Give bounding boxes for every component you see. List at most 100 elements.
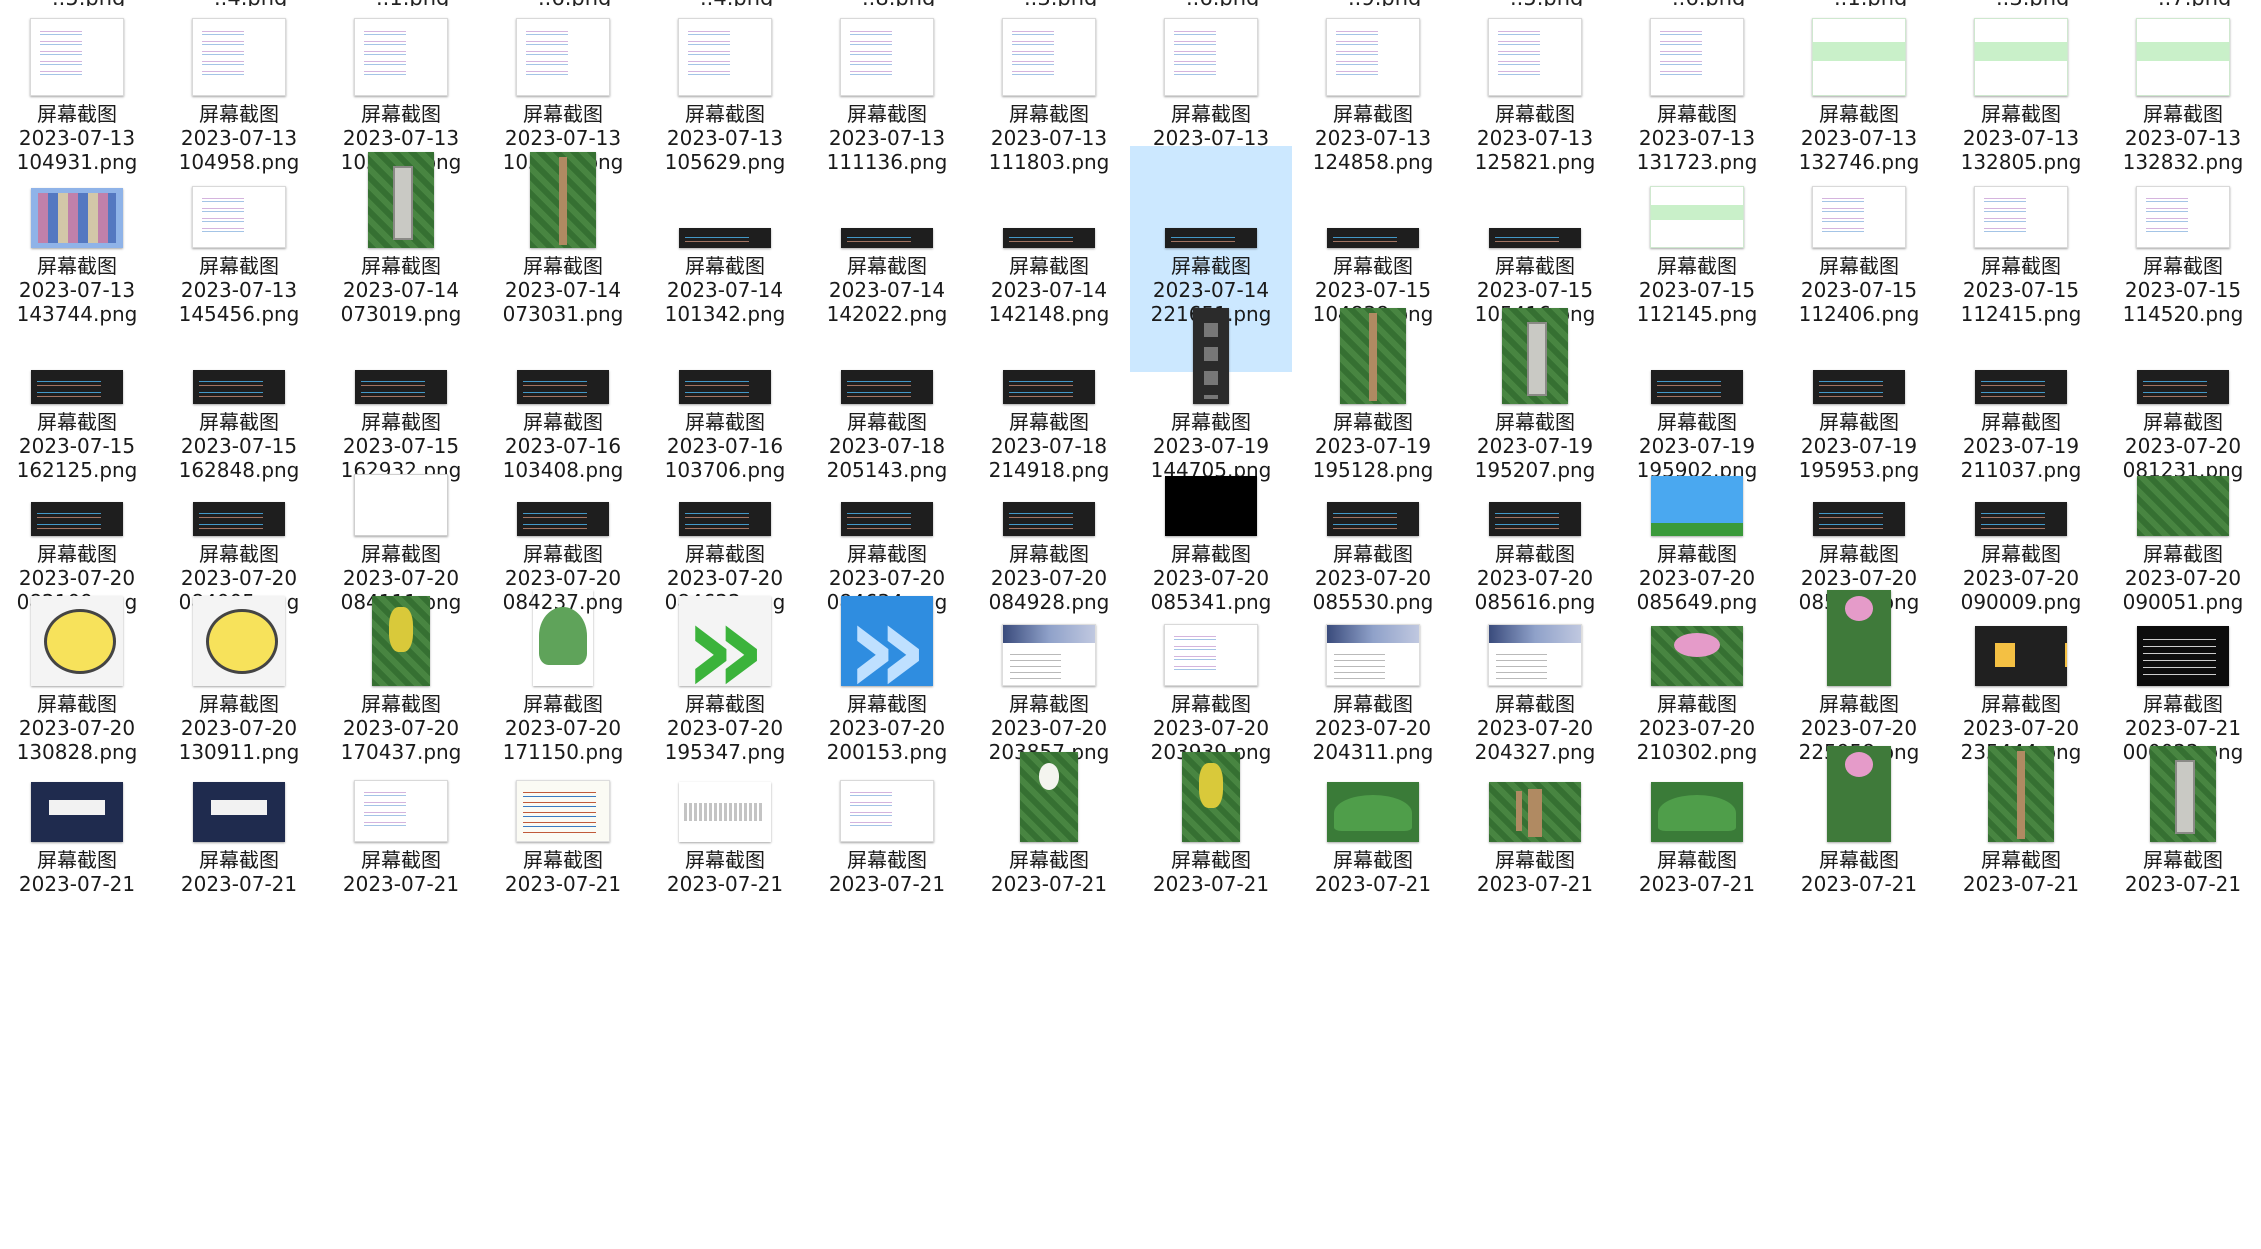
file-name-line: 屏幕截图 <box>1171 848 1251 872</box>
file-thumbnail <box>1130 584 1292 686</box>
file-name-line: 屏幕截图 <box>523 692 603 716</box>
thumbnail-image <box>1327 782 1419 842</box>
file-thumbnail <box>320 302 482 404</box>
file-name-line: 屏幕截图 <box>847 542 927 566</box>
file-name-line: 2023-07-21 <box>180 872 298 896</box>
file-name-line: 屏幕截图 <box>2143 410 2223 434</box>
file-name-label: 屏幕截图 2023-07-21 <box>644 848 806 920</box>
thumbnail-image <box>841 502 933 536</box>
file-thumbnail <box>1292 584 1454 686</box>
thumbnail-image <box>840 780 934 842</box>
file-item[interactable]: 屏幕截图 2023-07-21 <box>968 740 1130 966</box>
file-item[interactable]: 屏幕截图 2023-07-21 <box>1292 740 1454 966</box>
file-name-line: 屏幕截图 <box>1819 848 1899 872</box>
file-thumbnail <box>2102 302 2261 404</box>
file-thumbnail <box>1778 740 1940 842</box>
thumbnail-image <box>31 782 123 842</box>
file-name-line: 2023-07-16 <box>666 434 784 458</box>
file-thumbnail <box>1292 6 1454 96</box>
file-name-line: 2023-07-20 <box>990 716 1108 740</box>
file-name-line: 2023-07-20 <box>1152 716 1270 740</box>
thumbnail-image <box>193 782 285 842</box>
file-thumbnail <box>1616 458 1778 536</box>
file-name-line: 2023-07-18 <box>990 434 1108 458</box>
file-name-line: 屏幕截图 <box>1657 692 1737 716</box>
file-name-line: 屏幕截图 <box>1981 692 2061 716</box>
file-name-line: 屏幕截图 <box>2143 692 2223 716</box>
file-name-line: 2023-07-19 <box>1800 434 1918 458</box>
file-thumbnail <box>482 302 644 404</box>
file-name-line: 屏幕截图 <box>1333 410 1413 434</box>
file-thumbnail <box>644 458 806 536</box>
file-item[interactable]: 屏幕截图 2023-07-21 <box>2102 740 2261 966</box>
file-name-line: 2023-07-21 <box>342 872 460 896</box>
file-thumbnail <box>158 6 320 96</box>
file-item[interactable]: 屏幕截图 2023-07-21 <box>320 740 482 966</box>
file-name-label: 屏幕截图 2023-07-21 <box>0 848 158 920</box>
file-thumbnail <box>968 302 1130 404</box>
file-thumbnail <box>320 146 482 248</box>
file-name-line: 2023-07-21 <box>1638 872 1756 896</box>
file-name-line: 屏幕截图 <box>199 410 279 434</box>
file-name-line: 屏幕截图 <box>1333 254 1413 278</box>
file-thumbnail <box>158 740 320 842</box>
file-name-line: 2023-07-15 <box>1638 278 1756 302</box>
file-name-line: 屏幕截图 <box>1333 692 1413 716</box>
file-thumbnail <box>1292 458 1454 536</box>
file-thumbnail <box>0 146 158 248</box>
file-item[interactable]: 屏幕截图 2023-07-21 <box>806 740 968 966</box>
file-name-line: 2023-07-19 <box>1962 434 2080 458</box>
thumbnail-image <box>841 596 933 686</box>
file-thumbnail <box>1130 6 1292 96</box>
file-name-line: 屏幕截图 <box>1495 254 1575 278</box>
file-name-line: 屏幕截图 <box>1495 410 1575 434</box>
file-thumbnail <box>320 740 482 842</box>
thumbnail-image <box>1812 18 1906 96</box>
file-name-line: 2023-07-14 <box>990 278 1108 302</box>
file-name-line: 屏幕截图 <box>1495 542 1575 566</box>
file-thumbnail <box>482 740 644 842</box>
file-item[interactable]: 屏幕截图 2023-07-21 <box>1454 740 1616 966</box>
thumbnail-image <box>1002 624 1096 686</box>
file-name-line: 屏幕截图 <box>1009 692 1089 716</box>
thumbnail-image <box>1502 308 1568 404</box>
file-name-line: 屏幕截图 <box>685 254 765 278</box>
file-thumbnail <box>2102 146 2261 248</box>
file-name-line: 屏幕截图 <box>1657 254 1737 278</box>
file-thumbnail <box>1292 146 1454 248</box>
file-item[interactable]: 屏幕截图 2023-07-21 <box>158 740 320 966</box>
file-item[interactable]: 屏幕截图 2023-07-21 <box>1778 740 1940 966</box>
thumbnail-image <box>530 152 596 248</box>
thumbnail-image <box>517 370 609 404</box>
file-name-line: 2023-07-21 <box>1476 872 1594 896</box>
file-item[interactable]: 屏幕截图 2023-07-21 <box>644 740 806 966</box>
file-item[interactable]: 屏幕截图 2023-07-21 <box>1616 740 1778 966</box>
file-item[interactable]: 屏幕截图 2023-07-21 <box>1130 740 1292 966</box>
file-name-line: 屏幕截图 <box>523 410 603 434</box>
file-name-line: 2023-07-20 <box>666 716 784 740</box>
file-thumbnail <box>0 584 158 686</box>
file-thumbnail-grid: 屏幕截图 2023-07-13 104931.png 屏幕截图 2023-07-13 10… <box>0 0 2261 1249</box>
file-thumbnail <box>806 584 968 686</box>
file-item[interactable]: 屏幕截图 2023-07-21 <box>482 740 644 966</box>
file-name-line: 屏幕截图 <box>199 254 279 278</box>
file-name-line: 2023-07-13 <box>180 278 298 302</box>
file-name-line <box>968 896 1130 920</box>
file-name-line: 2023-07-19 <box>1152 434 1270 458</box>
file-item[interactable]: 屏幕截图 2023-07-21 <box>0 740 158 966</box>
file-name-line: 屏幕截图 <box>1171 692 1251 716</box>
file-thumbnail <box>1940 458 2102 536</box>
file-name-label: 屏幕截图 2023-07-21 <box>806 848 968 920</box>
thumbnail-image <box>1651 626 1743 686</box>
thumbnail-image <box>679 502 771 536</box>
thumbnail-image <box>2136 18 2230 96</box>
file-name-line: 2023-07-18 <box>828 434 946 458</box>
thumbnail-image <box>354 780 448 842</box>
file-name-line <box>1454 896 1616 920</box>
thumbnail-image <box>1165 476 1257 536</box>
thumbnail-image <box>1827 590 1891 686</box>
file-item[interactable]: 屏幕截图 2023-07-21 <box>1940 740 2102 966</box>
file-name-line: 屏幕截图 <box>199 692 279 716</box>
file-thumbnail <box>320 458 482 536</box>
file-name-line: 屏幕截图 <box>685 848 765 872</box>
